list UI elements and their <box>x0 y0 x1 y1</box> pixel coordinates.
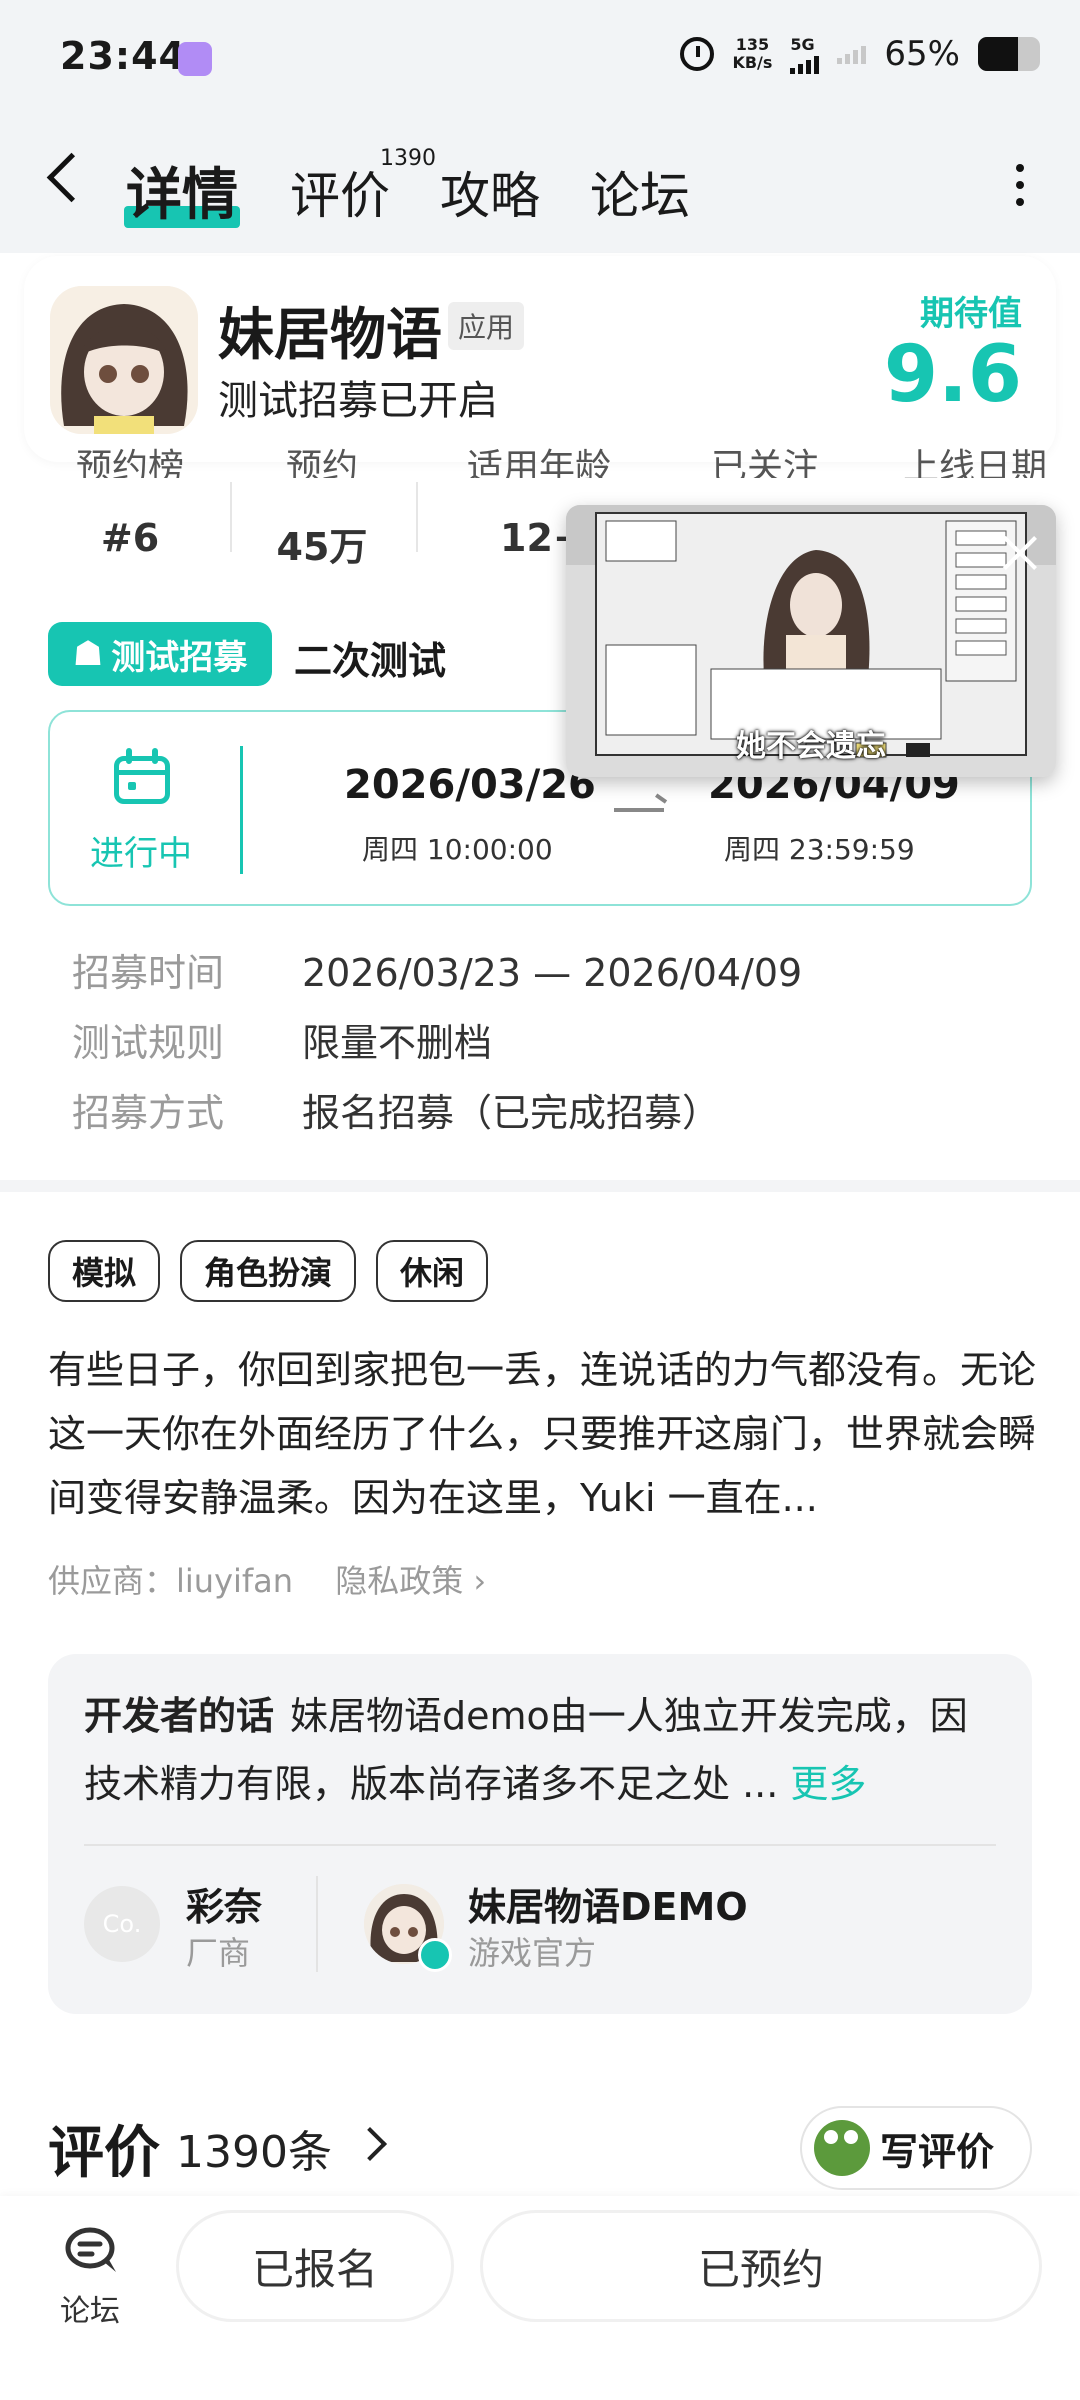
more-menu-icon[interactable] <box>1016 164 1024 215</box>
info-recruit-method: 招募方式 报名招募（已完成招募） <box>72 1082 720 1137</box>
tab-reviews[interactable]: 评价 <box>290 156 390 228</box>
floating-video-player[interactable]: 她不会遗忘 <box>566 505 1056 777</box>
supplier-row: 供应商：liuyifan 隐私政策 › <box>48 1556 486 1602</box>
bottom-action-bar: 论坛 已报名 已预约 <box>0 2196 1080 2400</box>
app-subtitle: 测试招募已开启 <box>218 378 498 424</box>
developer-note-heading: 开发者的话 <box>84 1694 275 1738</box>
developer-separator <box>84 1844 996 1846</box>
info-value: 报名招募（已完成招募） <box>302 1091 721 1135</box>
calendar-icon <box>114 748 170 804</box>
status-icons: 135 KB/s 5G 65% <box>680 34 1040 74</box>
battery-fill <box>978 37 1019 71</box>
end-time: 周四 23:59:59 <box>724 833 915 866</box>
start-time: 周四 10:00:00 <box>362 833 553 866</box>
test-recruit-tag: ☗ 测试招募 <box>48 622 272 686</box>
official-role: 游戏官方 <box>468 1934 597 1972</box>
stat-reservations-label: 预约 <box>285 447 358 478</box>
net-speed-value: 135 <box>735 35 770 54</box>
frog-avatar-icon <box>814 2120 870 2176</box>
top-navigation: 详情 评价 1390 攻略 论坛 <box>0 118 1080 253</box>
reviews-count[interactable]: 1390条 <box>176 2116 332 2180</box>
battery-icon <box>978 37 1040 71</box>
network-speed: 135 KB/s <box>732 36 772 72</box>
privacy-policy-link[interactable]: 隐私政策 › <box>335 1562 486 1600</box>
app-type-badge: 应用 <box>448 302 525 350</box>
tag-casual[interactable]: 休闲 <box>376 1240 489 1302</box>
info-key: 测试规则 <box>72 1021 225 1065</box>
robot-icon: ☗ <box>72 634 104 674</box>
forum-icon[interactable] <box>64 2226 120 2276</box>
stat-follow-label: 已关注 <box>710 447 819 478</box>
timeline-divider <box>240 746 243 874</box>
stat-reservations: 预约 45万 <box>262 447 382 571</box>
signal-bars-icon <box>790 54 820 74</box>
verified-badge-icon <box>418 1938 452 1972</box>
stat-rank-value: #6 <box>100 516 160 560</box>
tab-details[interactable]: 详情 <box>126 150 238 231</box>
alarm-icon <box>680 37 715 71</box>
stat-release-date: 上线日期 <box>890 447 1060 478</box>
info-value: 2026/03/23 — 2026/04/09 <box>302 951 803 995</box>
stat-reservations-value: 45万 <box>276 525 368 569</box>
company-avatar[interactable]: Co. <box>84 1886 160 1962</box>
video-caption: 她不会遗忘 <box>736 729 886 764</box>
close-video-icon[interactable] <box>998 531 1042 575</box>
tag-roleplay[interactable]: 角色扮演 <box>180 1240 357 1302</box>
tag-simulation[interactable]: 模拟 <box>48 1240 161 1302</box>
expectation-score: 9.6 <box>883 330 1022 420</box>
official-name[interactable]: 妹居物语DEMO <box>468 1876 748 1931</box>
stat-release-label: 上线日期 <box>902 447 1047 478</box>
app-icon <box>50 286 198 434</box>
back-arrow-icon[interactable] <box>46 152 97 203</box>
forum-label[interactable]: 论坛 <box>60 2286 120 2330</box>
stat-rank[interactable]: 预约榜 #6 <box>70 447 190 560</box>
company-name[interactable]: 彩奈 <box>186 1876 262 1931</box>
supplier-text: 供应商：liuyifan <box>48 1562 294 1600</box>
reviews-count-badge: 1390 <box>380 146 436 171</box>
start-date: 2026/03/26 <box>344 762 596 808</box>
status-time: 23:44 <box>60 34 186 78</box>
developer-vertical-separator <box>316 1876 318 1972</box>
stat-follow[interactable]: 已关注 <box>680 447 850 478</box>
test-status: 进行中 <box>90 834 192 874</box>
app-notification-icon <box>178 42 212 76</box>
info-value: 限量不删档 <box>302 1021 493 1065</box>
info-test-rule: 测试规则 限量不删档 <box>72 1012 492 1067</box>
developer-more-link[interactable]: 更多 <box>790 1762 866 1806</box>
write-review-label: 写评价 <box>880 2129 995 2174</box>
stat-rank-label: 预约榜 <box>75 447 184 478</box>
expectation-label: 期待值 <box>920 294 1022 334</box>
signal-5g: 5G <box>790 34 820 74</box>
app-name: 妹居物语 <box>218 303 442 368</box>
developer-note: 开发者的话 妹居物语demo由一人独立开发完成，因技术精力有限，版本尚存诸多不足之… <box>84 1682 1004 1818</box>
genre-tags: 模拟 角色扮演 休闲 <box>48 1240 489 1302</box>
tab-forum[interactable]: 论坛 <box>590 156 690 228</box>
game-description[interactable]: 有些日子，你回到家把包一丢，连说话的力气都没有。无论这一天你在外面经历了什么，只… <box>48 1338 1038 1530</box>
info-key: 招募时间 <box>72 951 225 995</box>
reserved-button[interactable]: 已预约 <box>480 2210 1042 2322</box>
signed-up-button[interactable]: 已报名 <box>176 2210 454 2322</box>
signal-bars-secondary-icon <box>837 44 867 64</box>
info-recruit-time: 招募时间 2026/03/23 — 2026/04/09 <box>72 942 802 997</box>
stat-divider <box>230 482 232 552</box>
battery-percent: 65% <box>884 34 960 74</box>
reviews-section-title[interactable]: 评价 <box>48 2108 160 2189</box>
info-key: 招募方式 <box>72 1091 225 1135</box>
network-type: 5G <box>790 34 815 54</box>
section-divider <box>0 1180 1080 1192</box>
developer-note-card: 开发者的话 妹居物语demo由一人独立开发完成，因技术精力有限，版本尚存诸多不足之… <box>48 1654 1032 2014</box>
test-phase: 二次测试 <box>294 639 447 683</box>
stat-divider <box>416 482 418 552</box>
test-recruit-tag-label: 测试招募 <box>111 637 248 678</box>
status-bar: 23:44 135 KB/s 5G 65% <box>0 0 1080 118</box>
arrow-right-icon <box>614 808 664 812</box>
tab-guides[interactable]: 攻略 <box>440 156 540 228</box>
write-review-button[interactable]: 写评价 <box>800 2106 1032 2190</box>
app-header-card: 妹居物语 应用 测试招募已开启 期待值 9.6 <box>24 256 1056 462</box>
net-speed-unit: KB/s <box>732 53 773 72</box>
chevron-right-icon[interactable] <box>353 2127 387 2161</box>
stat-age-label: 适用年龄 <box>466 447 611 478</box>
company-role: 厂商 <box>186 1934 251 1972</box>
